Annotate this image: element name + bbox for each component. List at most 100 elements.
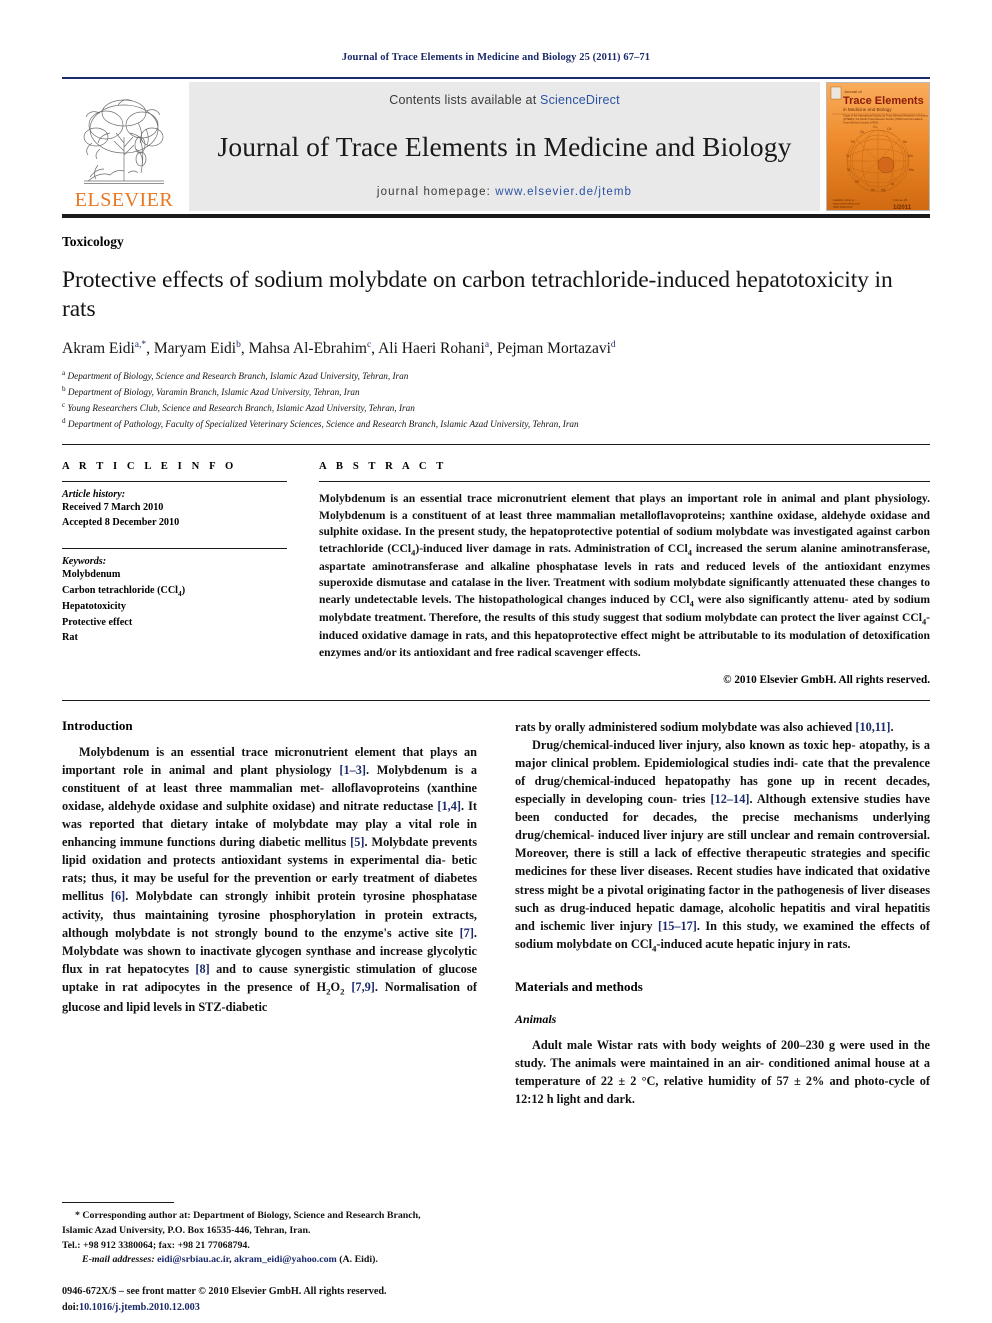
author-item: Akram Eidia,*: [62, 340, 147, 358]
imprint-doi-line: doi:10.1016/j.jtemb.2010.12.003: [62, 1300, 502, 1315]
svg-text:As: As: [871, 188, 875, 192]
elsevier-logo: ELSEVIER: [62, 79, 186, 214]
introduction-paragraph-1: Molybdenum is an essential trace micronu…: [62, 744, 478, 1015]
homepage-url-link[interactable]: www.elsevier.de/jtemb: [495, 186, 632, 198]
running-head: Journal of Trace Elements in Medicine an…: [341, 52, 651, 63]
author-marks: b: [236, 340, 241, 351]
header-divider-rule: [62, 444, 930, 446]
journal-cover-thumbnail[interactable]: Cu Cd Zn Fe Se Cr Mn Ni Mo Pb Al As Hg Journal …: [826, 82, 930, 211]
journal-homepage-line: journal homepage: www.elsevier.de/jtemb: [377, 186, 632, 198]
animals-subheading: Animals: [515, 1012, 557, 1027]
affiliation-item: d Department of Pathology, Faculty of Sp…: [62, 417, 579, 430]
introduction-paragraph-2: Drug/chemical-induced liver injury, also…: [515, 738, 930, 954]
affiliation-list: a Department of Biology, Science and Res…: [62, 368, 930, 432]
email-suffix: (A. Eidi).: [336, 1254, 378, 1266]
article-info-heading: A R T I C L E I N F O: [62, 461, 237, 473]
journal-masthead: ELSEVIER Contents lists available at Sci…: [62, 79, 930, 214]
subject-section-label: Toxicology: [62, 234, 124, 249]
svg-text:(ISTERH), the Nordic Trace Ele: (ISTERH), the Nordic Trace Element Socie…: [843, 117, 924, 121]
keywords-label: Keywords:: [62, 556, 107, 568]
cover-artwork: Cu CdZn Fe Se Cr Mn Ni Mo Pb Al As Hg Journal …: [827, 83, 929, 211]
corresponding-author-footnote: * Corresponding author at: Department of…: [62, 1202, 477, 1268]
author-marks: d: [610, 340, 616, 351]
keyword-item: Protective effect: [62, 616, 133, 628]
imprint-front-matter: 0946-672X/$ – see front matter © 2010 El…: [62, 1286, 387, 1298]
keyword-item: Hepatotoxicity: [62, 601, 126, 613]
author-marks: a,*: [134, 340, 147, 351]
article-info-column: A R T I C L E I N F O Article history: R…: [62, 461, 305, 686]
svg-text:www.sciencedirect.com: www.sciencedirect.com: [833, 202, 860, 206]
footnote-rule: [62, 1202, 174, 1204]
keyword-item: Rat: [62, 631, 78, 643]
masthead-center-band: Contents lists available at ScienceDirec…: [189, 82, 820, 211]
svg-text:Trace Element Society (HTES): Trace Element Society (HTES): [843, 121, 878, 125]
svg-text:Hg: Hg: [881, 188, 885, 192]
author-list: Akram Eidia,*, Maryam Eidib, Mahsa Al-Eb…: [62, 340, 616, 358]
svg-text:Pb: Pb: [855, 180, 859, 184]
author-item: Pejman Mortazavid: [496, 340, 616, 358]
svg-text:Volume 25: Volume 25: [893, 198, 908, 202]
abstract-column: A B S T R A C T Molybdenum is an essenti…: [305, 461, 930, 686]
svg-text:1/2011: 1/2011: [893, 205, 912, 211]
homepage-label: journal homepage:: [376, 186, 491, 198]
contents-prefix: Contents lists available at: [389, 93, 541, 107]
svg-text:Al: Al: [891, 182, 894, 186]
svg-text:Available online at: Available online at: [833, 198, 854, 202]
abstract-bottom-rule: [62, 699, 930, 701]
affiliation-item: a Department of Biology, Science and Res…: [62, 369, 409, 382]
svg-text:ISSN 0946-672X: ISSN 0946-672X: [833, 205, 853, 209]
svg-text:Mn: Mn: [908, 154, 913, 158]
doi-link[interactable]: 10.1016/j.jtemb.2010.12.003: [79, 1302, 200, 1313]
author-item: Maryam Eidib: [153, 340, 241, 358]
body-column-left: Introduction Molybdenum is an essential …: [62, 718, 477, 1108]
article-history-item: Received 7 March 2010: [62, 502, 164, 514]
abstract-text: Molybdenum is an essential trace micronu…: [319, 492, 931, 659]
footnote-email-line: E-mail addresses: eidi@srbiau.ac.ir, akr…: [62, 1253, 477, 1268]
animals-paragraph-1: Adult male Wistar rats with body weights…: [515, 1038, 930, 1107]
footnote-line-1: * Corresponding author at: Department of…: [75, 1210, 421, 1222]
affiliation-item: c Young Researchers Club, Science and Re…: [62, 401, 415, 414]
abstract-copyright: © 2010 Elsevier GmbH. All rights reserve…: [723, 673, 930, 686]
doi-label: doi:: [62, 1301, 79, 1313]
materials-methods-heading: Materials and methods: [515, 979, 643, 995]
svg-text:Trace Elements: Trace Elements: [843, 95, 924, 107]
email-link-secondary[interactable]: akram_eidi@yahoo.com: [234, 1254, 337, 1265]
footnote-line-2: Islamic Azad University, P.O. Box 16535-…: [62, 1225, 311, 1237]
elsevier-wordmark: ELSEVIER: [74, 189, 174, 211]
elsevier-tree-icon: [83, 99, 164, 184]
svg-text:Se: Se: [903, 140, 907, 144]
article-history-label: Article history:: [62, 489, 126, 501]
page-title: Protective effects of sodium molybdate o…: [62, 267, 893, 323]
svg-text:in Medicine and Biology: in Medicine and Biology: [843, 107, 892, 112]
email-link-primary[interactable]: eidi@srbiau.ac.ir: [157, 1254, 229, 1265]
author-item: Ali Haeri Rohania: [378, 340, 490, 358]
svg-text:Cu: Cu: [873, 125, 877, 129]
svg-text:Fe: Fe: [851, 140, 855, 144]
sciencedirect-link[interactable]: ScienceDirect: [540, 93, 620, 107]
svg-text:Journal of: Journal of: [844, 89, 862, 94]
imprint-block: 0946-672X/$ – see front matter © 2010 El…: [62, 1284, 502, 1315]
svg-text:Zn: Zn: [860, 130, 864, 134]
affiliation-item: b Department of Biology, Varamin Branch,…: [62, 385, 360, 398]
email-addresses-label: E-mail addresses:: [82, 1254, 155, 1266]
svg-text:Ni: Ni: [847, 168, 850, 172]
author-marks: c: [366, 340, 372, 351]
introduction-heading: Introduction: [62, 717, 133, 733]
abstract-heading: A B S T R A C T: [319, 461, 447, 473]
masthead-bottom-rule: [62, 214, 930, 218]
footnote-line-3: Tel.: +98 912 3380064; fax: +98 21 77068…: [62, 1239, 250, 1251]
info-abstract-region: A R T I C L E I N F O Article history: R…: [62, 461, 930, 686]
abstract-rule: [319, 481, 930, 483]
contents-list-line: Contents lists available at ScienceDirec…: [389, 93, 620, 107]
article-info-rule: [62, 481, 287, 483]
svg-text:Cd: Cd: [887, 127, 891, 131]
journal-title: Journal of Trace Elements in Medicine an…: [217, 130, 792, 162]
svg-text:Mo: Mo: [909, 168, 914, 172]
introduction-paragraph-1-continued: rats by orally administered sodium molyb…: [515, 719, 894, 734]
keyword-item: Molybdenum: [62, 569, 121, 581]
article-history-item: Accepted 8 December 2010: [62, 517, 180, 529]
author-marks: a: [484, 340, 490, 351]
body-column-right: rats by orally administered sodium molyb…: [515, 718, 930, 1108]
article-page: Journal of Trace Elements in Medicine an…: [0, 0, 992, 1323]
keywords-rule: [62, 548, 287, 550]
